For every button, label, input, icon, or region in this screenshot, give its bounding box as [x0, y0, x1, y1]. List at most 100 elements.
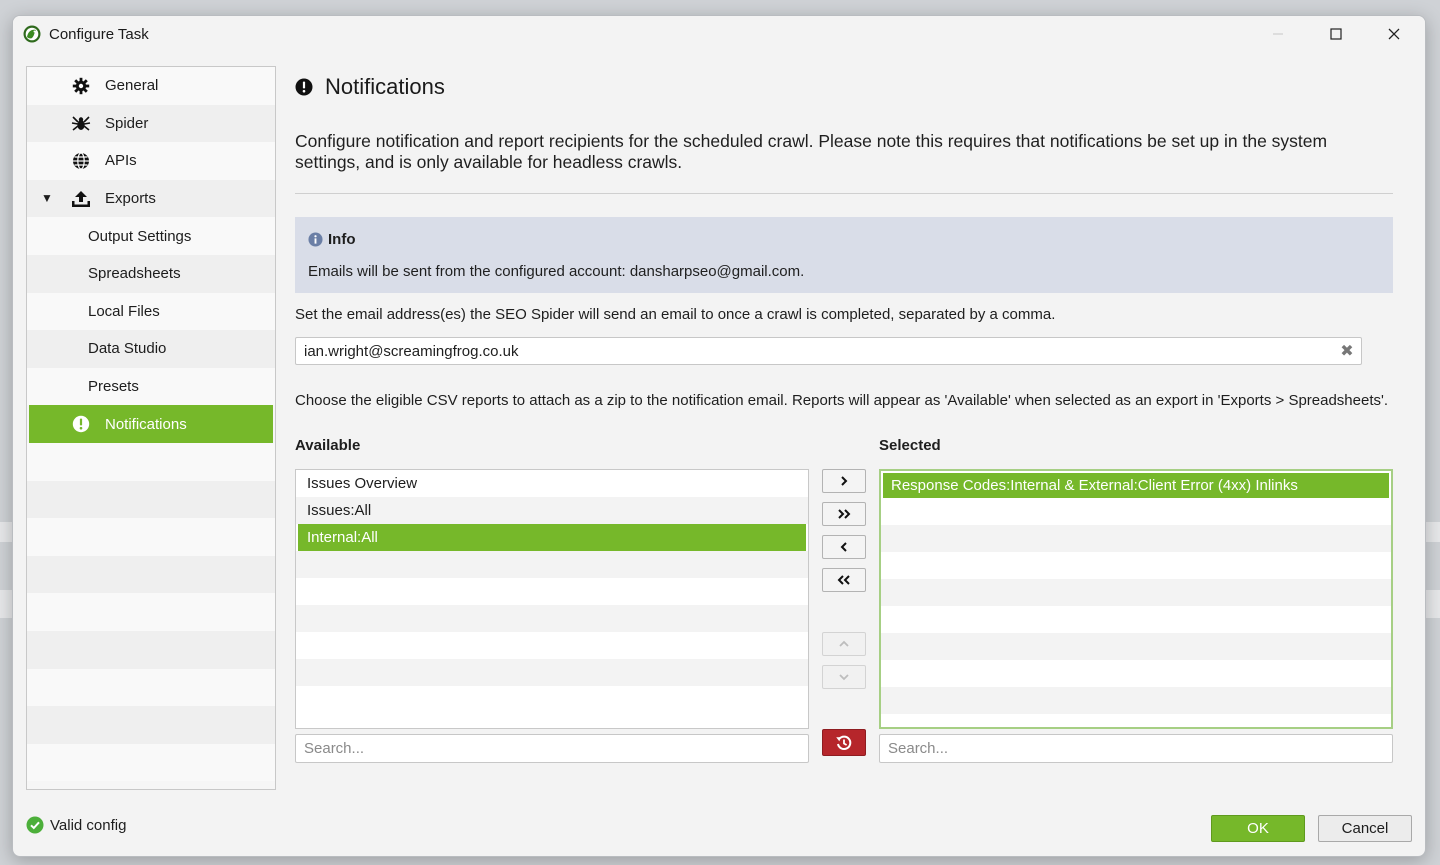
sidebar-item-label: Presets [88, 378, 139, 396]
chevron-right-icon [841, 476, 848, 486]
list-empty-row [296, 551, 808, 578]
ok-button[interactable]: OK [1211, 815, 1305, 842]
sidebar-item-data-studio[interactable]: Data Studio [27, 330, 275, 368]
list-item[interactable]: Issues:All [296, 497, 808, 524]
history-reset-icon [836, 735, 852, 750]
sidebar-empty-row [27, 630, 275, 669]
info-box: Info Emails will be sent from the config… [295, 217, 1393, 293]
available-search-input[interactable] [295, 734, 809, 763]
sidebar-item-apis[interactable]: APIs [27, 142, 275, 180]
email-input[interactable] [295, 337, 1362, 365]
selected-search-input[interactable] [879, 734, 1393, 763]
reset-button[interactable] [822, 729, 866, 756]
alert-icon [71, 414, 91, 434]
configure-task-dialog: Configure Task General Spider APIs ▼ Exp… [12, 15, 1426, 857]
sidebar-empty-row [27, 480, 275, 519]
list-empty-row [881, 606, 1391, 633]
minimize-icon [1273, 33, 1283, 35]
sidebar-item-label: Exports [105, 190, 156, 208]
sidebar-item-label: Notifications [105, 415, 187, 433]
sidebar-empty-row [27, 593, 275, 631]
sidebar-item-label: General [105, 77, 159, 95]
settings-sidebar: General Spider APIs ▼ Exports Output Set… [26, 66, 276, 790]
email-label: Set the email address(es) the SEO Spider… [295, 306, 1056, 323]
move-left-button[interactable] [822, 535, 866, 559]
list-empty-row [881, 498, 1391, 525]
info-title: Info [308, 231, 356, 248]
globe-icon [71, 151, 91, 171]
selected-heading: Selected [879, 437, 941, 454]
list-item-selected[interactable]: Internal:All [298, 524, 806, 551]
frog-logo-icon [23, 25, 41, 43]
chevron-up-icon [839, 640, 849, 647]
sidebar-item-label: Local Files [88, 302, 160, 320]
double-chevron-right-icon [838, 509, 851, 519]
config-status: Valid config [26, 816, 126, 834]
sidebar-empty-row [27, 743, 275, 782]
list-empty-row [296, 605, 808, 632]
sidebar-item-spider[interactable]: Spider [27, 104, 275, 143]
cancel-button[interactable]: Cancel [1318, 815, 1412, 842]
sidebar-item-general[interactable]: General [27, 67, 275, 105]
upload-icon [71, 189, 91, 209]
move-all-right-button[interactable] [822, 502, 866, 526]
sidebar-item-label: Output Settings [88, 227, 192, 245]
page-title-text: Notifications [325, 74, 445, 99]
config-status-text: Valid config [50, 816, 127, 834]
move-right-button[interactable] [822, 469, 866, 493]
check-circle-icon [26, 816, 44, 834]
page-description: Configure notification and report recipi… [295, 131, 1328, 172]
close-icon [1388, 28, 1400, 40]
list-empty-row [296, 659, 808, 686]
sidebar-empty-row [27, 706, 275, 744]
move-all-left-button[interactable] [822, 568, 866, 592]
list-item-selected[interactable]: Response Codes:Internal & External:Clien… [883, 473, 1389, 498]
minimize-button[interactable] [1249, 16, 1307, 52]
sidebar-item-label: Spider [105, 114, 149, 132]
double-chevron-left-icon [837, 575, 850, 585]
selected-list[interactable]: Response Codes:Internal & External:Clien… [879, 469, 1393, 729]
list-empty-row [881, 525, 1391, 552]
list-item[interactable]: Issues Overview [296, 470, 808, 497]
list-empty-row [296, 632, 808, 659]
sidebar-empty-row [27, 668, 275, 707]
sidebar-empty-row [27, 442, 275, 481]
list-empty-row [881, 687, 1391, 714]
list-empty-row [881, 552, 1391, 579]
sidebar-item-exports[interactable]: ▼ Exports [27, 179, 275, 218]
maximize-button[interactable] [1307, 16, 1365, 52]
sidebar-item-local-files[interactable]: Local Files [27, 292, 275, 331]
move-up-button[interactable] [822, 632, 866, 656]
sidebar-item-presets[interactable]: Presets [27, 367, 275, 406]
clear-email-icon[interactable]: ✖ [1339, 343, 1355, 360]
list-empty-row [296, 686, 808, 713]
sidebar-item-label: Data Studio [88, 340, 167, 358]
maximize-icon [1330, 28, 1342, 40]
sidebar-empty-row [27, 518, 275, 556]
caret-down-icon[interactable]: ▼ [41, 191, 53, 205]
chevron-down-icon [839, 674, 849, 681]
move-down-button[interactable] [822, 665, 866, 689]
sidebar-item-label: APIs [105, 152, 137, 170]
title-bar: Configure Task [13, 16, 1425, 52]
info-title-text: Info [328, 231, 356, 248]
close-button[interactable] [1365, 16, 1423, 52]
list-empty-row [881, 579, 1391, 606]
page-title: Notifications [295, 74, 445, 100]
gear-icon [71, 76, 91, 96]
sidebar-item-spreadsheets[interactable]: Spreadsheets [27, 254, 275, 293]
sidebar-item-output-settings[interactable]: Output Settings [27, 217, 275, 255]
sidebar-item-label: Spreadsheets [88, 265, 181, 283]
list-empty-row [881, 660, 1391, 687]
sidebar-item-notifications[interactable]: Notifications [29, 405, 273, 443]
list-empty-row [296, 578, 808, 605]
alert-icon [295, 78, 313, 96]
list-empty-row [881, 633, 1391, 660]
spider-icon [71, 114, 91, 134]
divider [295, 193, 1393, 194]
csv-reports-label: Choose the eligible CSV reports to attac… [295, 392, 1389, 409]
info-icon [308, 232, 323, 247]
sidebar-empty-row [27, 555, 275, 594]
available-list[interactable]: Issues Overview Issues:All Internal:All [295, 469, 809, 729]
window-title: Configure Task [49, 26, 149, 43]
